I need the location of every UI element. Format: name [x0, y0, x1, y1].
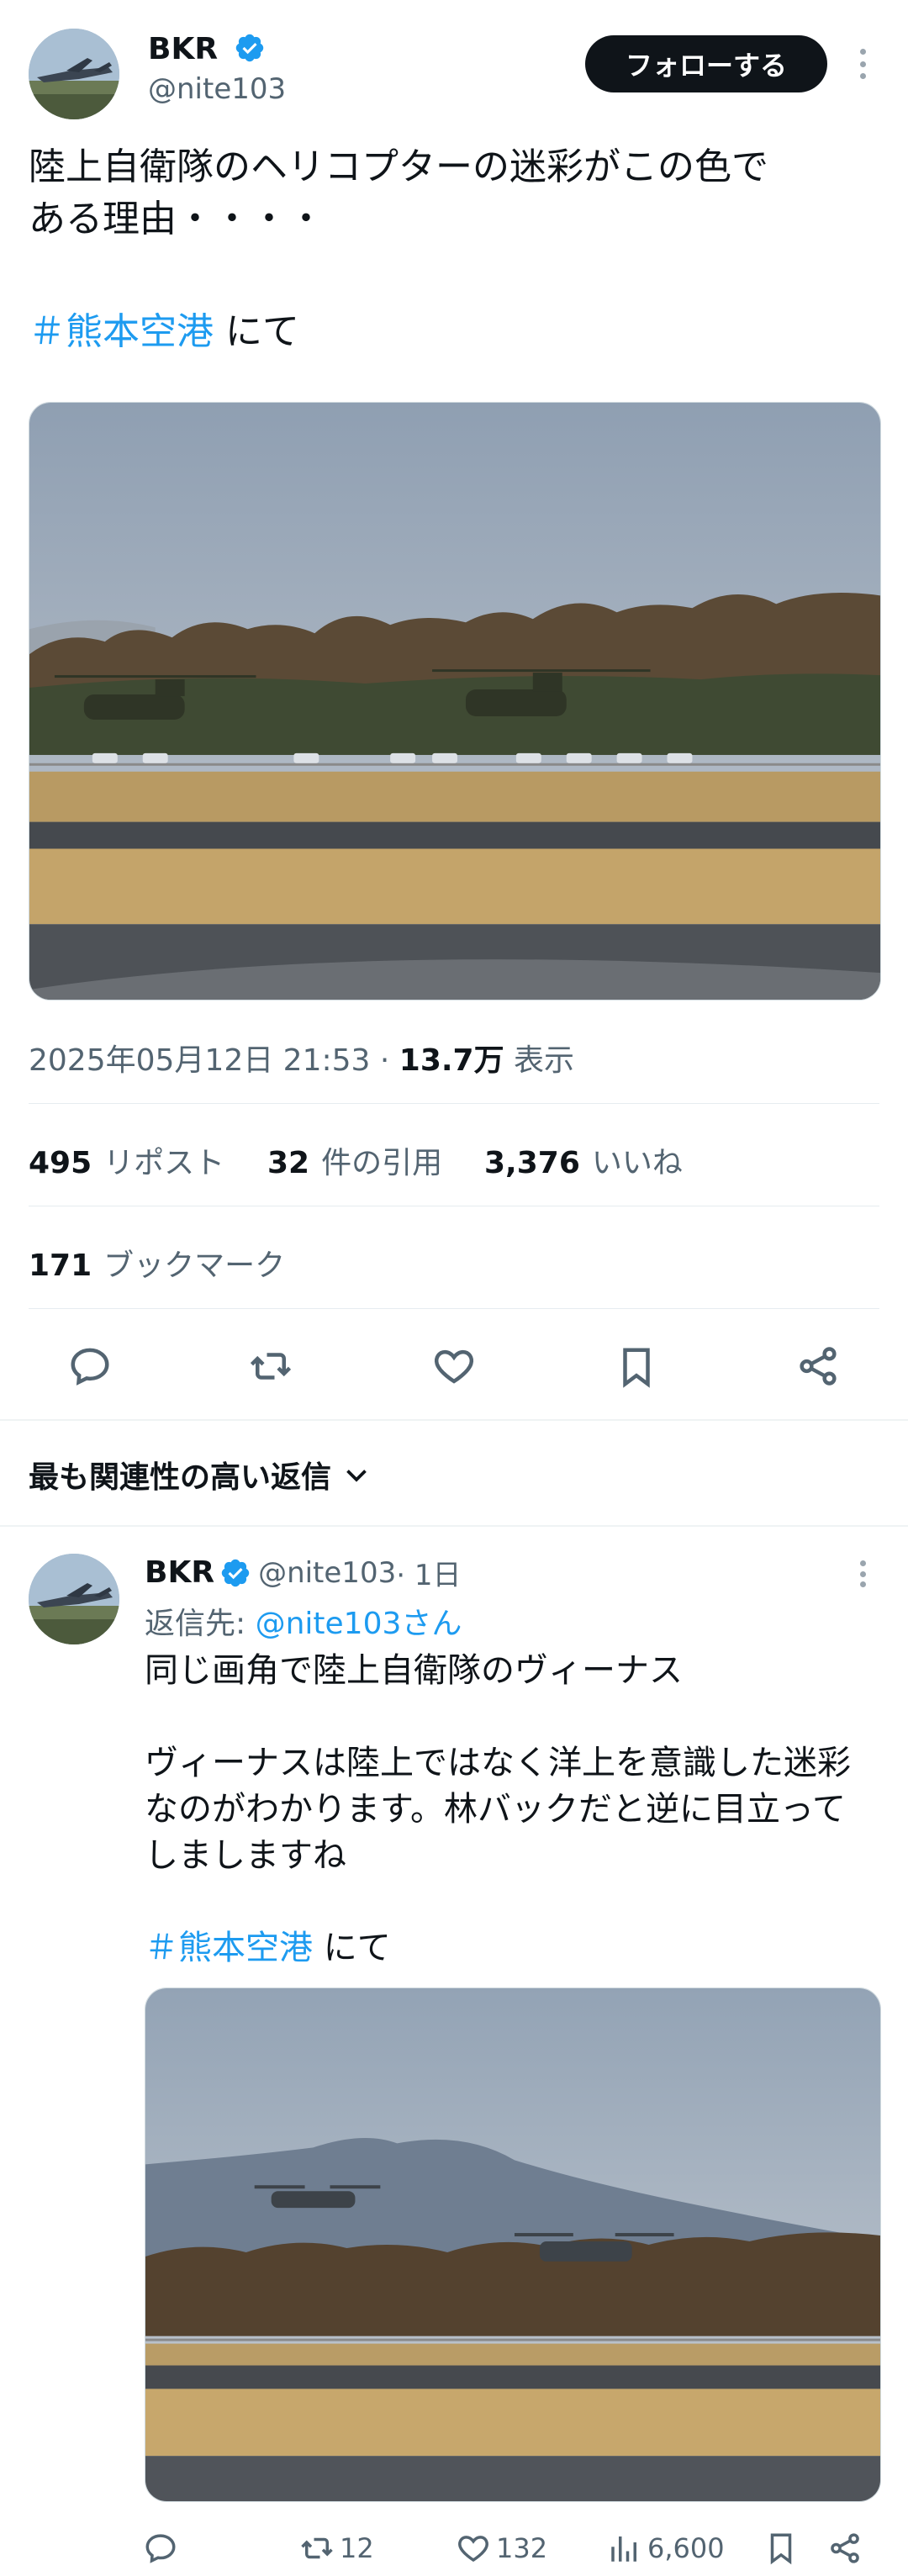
- reply-text-line: ヴィーナスは陸上ではなく洋上を意識した迷彩: [145, 1744, 851, 1782]
- reply-text: 同じ画角で陸上自衛隊のヴィーナス ヴィーナスは陸上ではなく洋上を意識した迷彩 な…: [145, 1648, 884, 1879]
- verified-badge-icon: [235, 34, 263, 62]
- bookmarks-count: 171: [29, 1248, 92, 1283]
- views-icon[interactable]: [607, 2531, 642, 2566]
- reply-retweet-button[interactable]: 12: [299, 2531, 374, 2566]
- bookmarks-stat[interactable]: 171 ブックマーク: [29, 1241, 285, 1285]
- like-icon[interactable]: [430, 1343, 478, 1389]
- section-divider: [0, 1419, 908, 1421]
- author-handle[interactable]: @nite103: [148, 72, 286, 106]
- like-icon[interactable]: [456, 2531, 491, 2566]
- reply-icon[interactable]: [143, 2531, 178, 2566]
- reply-to-line: 返信先: @nite103さん: [145, 1599, 462, 1643]
- reply-author-handle[interactable]: @nite103: [258, 1556, 396, 1590]
- chevron-down-icon[interactable]: [341, 1460, 372, 1490]
- reply-text-line: しましますね: [145, 1836, 346, 1875]
- tweet-photo[interactable]: [29, 402, 881, 1000]
- likes-label: いいね: [591, 1146, 683, 1180]
- section-divider: [0, 1525, 908, 1527]
- hashtag-link[interactable]: ＃熊本空港: [29, 310, 214, 353]
- tweet-text-line: ある理由・・・・: [29, 198, 325, 240]
- reply-icon[interactable]: [67, 1343, 113, 1389]
- bookmark-icon[interactable]: [614, 1343, 659, 1391]
- views-count: 13.7万: [399, 1043, 504, 1078]
- more-icon[interactable]: [858, 49, 868, 79]
- reply-author-avatar[interactable]: [29, 1554, 119, 1644]
- reply-text-line: なのがわかります。林バックだと逆に目立って: [145, 1790, 846, 1829]
- reply-time[interactable]: · 1日: [396, 1552, 461, 1593]
- tweet-timestamp[interactable]: 2025年05月12日 21:53 · 13.7万 表示: [29, 1036, 574, 1079]
- reply-share-button[interactable]: [827, 2531, 868, 2566]
- quotes-label: 件の引用: [321, 1146, 443, 1180]
- reply-views-button[interactable]: 6,600: [607, 2531, 725, 2566]
- author-name-text[interactable]: BKR: [148, 32, 218, 66]
- share-icon[interactable]: [827, 2531, 863, 2566]
- reply-photo[interactable]: [145, 1987, 881, 2502]
- reply-reply-button[interactable]: [143, 2531, 183, 2566]
- more-icon[interactable]: [858, 1560, 868, 1587]
- likes-count: 3,376: [484, 1146, 580, 1180]
- bookmark-icon[interactable]: [763, 2531, 799, 2566]
- reply-to-label: 返信先:: [145, 1607, 256, 1641]
- reply-text-line: 同じ画角で陸上自衛隊のヴィーナス: [145, 1651, 683, 1690]
- reply-retweet-count: 12: [340, 2532, 374, 2564]
- divider: [29, 1103, 879, 1104]
- tweet-text: 陸上自衛隊のヘリコプターの迷彩がこの色で ある理由・・・・: [29, 141, 886, 245]
- follow-button[interactable]: フォローする: [585, 35, 827, 92]
- retweet-icon[interactable]: [299, 2531, 335, 2566]
- reposts-stat[interactable]: 495 リポスト: [29, 1138, 224, 1182]
- reply-author-name[interactable]: BKR: [145, 1555, 214, 1590]
- author-name[interactable]: BKR: [148, 32, 266, 66]
- hashtag-suffix: にて: [313, 1929, 391, 1967]
- reply-sort-label[interactable]: 最も関連性の高い返信: [29, 1453, 331, 1497]
- hashtag-suffix: にて: [214, 310, 299, 353]
- tweet-text-line: 陸上自衛隊のヘリコプターの迷彩がこの色で: [29, 145, 768, 188]
- retweet-icon[interactable]: [247, 1343, 294, 1389]
- reply-hashtag-line: ＃熊本空港 にて: [145, 1925, 391, 1972]
- views-label: 表示: [504, 1043, 575, 1078]
- quotes-stat[interactable]: 32 件の引用: [267, 1138, 442, 1182]
- reply-header: BKR @nite103 · 1日: [145, 1552, 461, 1593]
- timestamp-text[interactable]: 2025年05月12日 21:53 ·: [29, 1043, 399, 1078]
- reply-like-button[interactable]: 132: [456, 2531, 547, 2566]
- share-icon[interactable]: [795, 1343, 841, 1389]
- bookmarks-label: ブックマーク: [103, 1248, 286, 1283]
- tweet-hashtag-line: ＃熊本空港 にて: [29, 306, 299, 358]
- quotes-count: 32: [267, 1146, 310, 1180]
- reposts-count: 495: [29, 1146, 92, 1180]
- author-avatar[interactable]: [29, 29, 119, 119]
- reposts-label: リポスト: [103, 1146, 225, 1180]
- reply-sort-dropdown[interactable]: 最も関連性の高い返信: [29, 1453, 372, 1497]
- reply-bookmark-button[interactable]: [763, 2531, 804, 2566]
- likes-stat[interactable]: 3,376 いいね: [484, 1138, 683, 1182]
- hashtag-link[interactable]: ＃熊本空港: [145, 1929, 313, 1967]
- reply-to-handle[interactable]: @nite103さん: [256, 1607, 462, 1641]
- verified-badge-icon: [221, 1559, 250, 1586]
- reply-views-count: 6,600: [647, 2532, 725, 2564]
- reply-like-count: 132: [496, 2532, 548, 2564]
- divider: [29, 1308, 879, 1309]
